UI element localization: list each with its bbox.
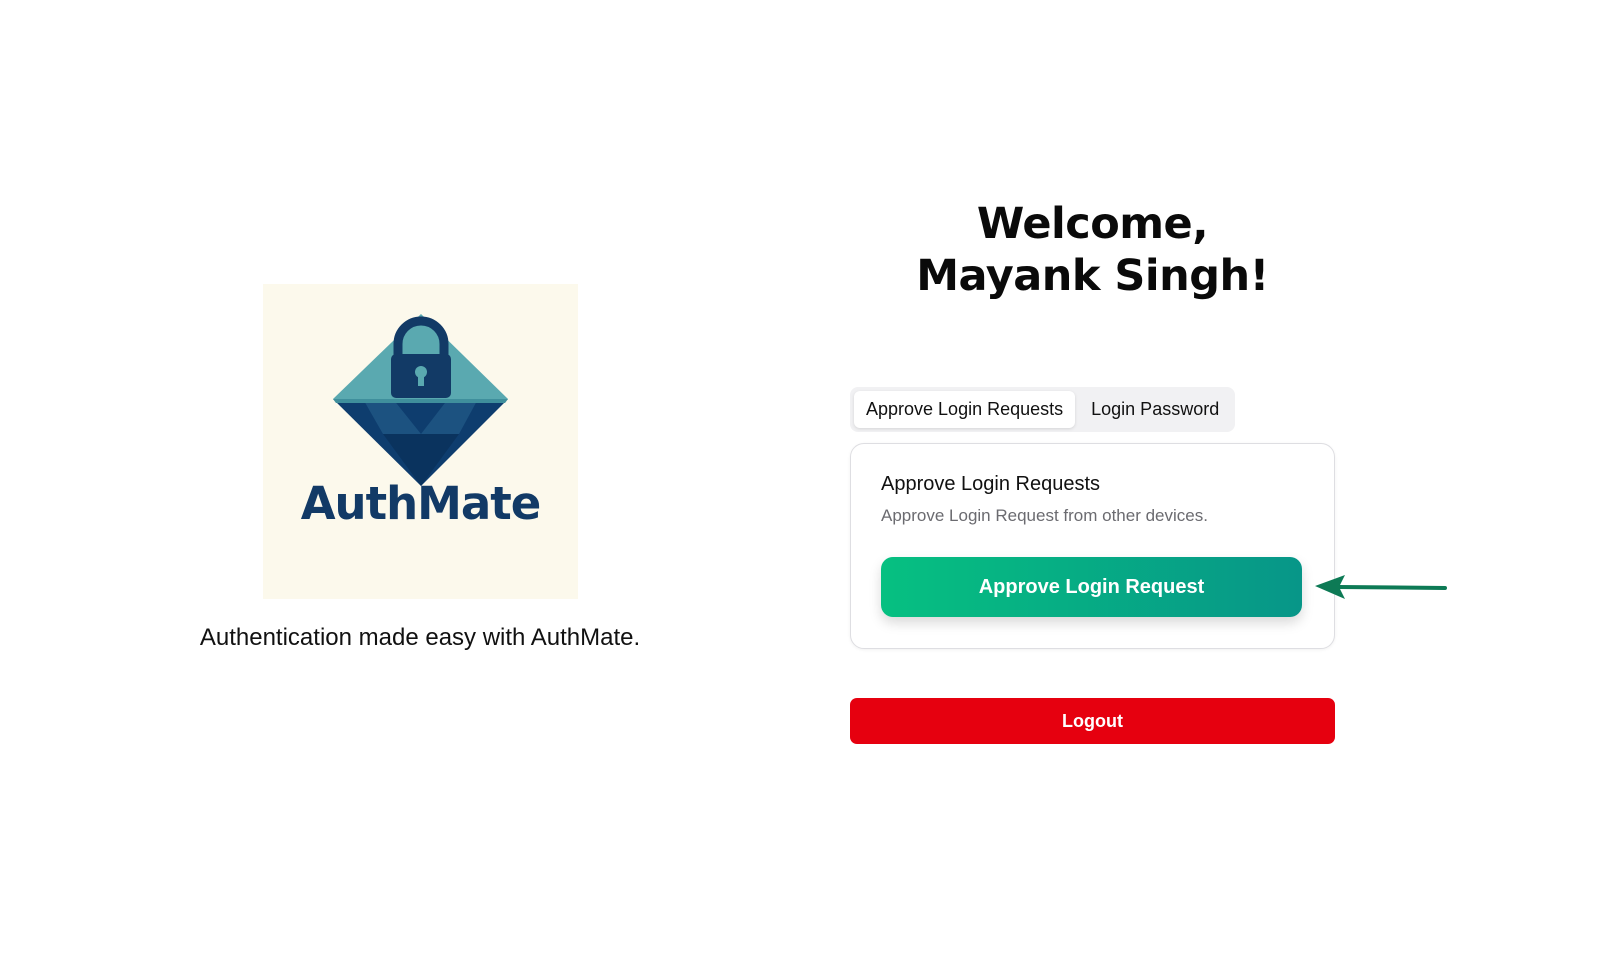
tab-login-password[interactable]: Login Password bbox=[1079, 391, 1231, 428]
arrow-left-icon bbox=[1315, 575, 1447, 599]
welcome-line-1: Welcome, bbox=[976, 199, 1209, 249]
authmate-logo: AuthMate bbox=[263, 284, 578, 599]
tab-approve-login-requests[interactable]: Approve Login Requests bbox=[854, 391, 1076, 428]
tab-list: Approve Login Requests Login Password bbox=[850, 387, 1236, 432]
approve-requests-card: Approve Login Requests Approve Login Req… bbox=[850, 443, 1335, 649]
lock-diamond-icon bbox=[333, 314, 508, 486]
card-description: Approve Login Request from other devices… bbox=[881, 506, 1208, 525]
logout-button[interactable]: Logout bbox=[850, 698, 1335, 744]
page: AuthMate Authentication made easy with A… bbox=[0, 0, 1620, 955]
approve-login-request-button[interactable]: Approve Login Request bbox=[881, 557, 1302, 617]
tagline: Authentication made easy with AuthMate. bbox=[199, 624, 641, 651]
welcome-user-name: Mayank Singh! bbox=[916, 251, 1269, 301]
welcome-heading: Welcome, Mayank Singh! bbox=[850, 198, 1335, 302]
logo-wordmark: AuthMate bbox=[300, 477, 542, 530]
card-title: Approve Login Requests bbox=[881, 473, 1101, 495]
